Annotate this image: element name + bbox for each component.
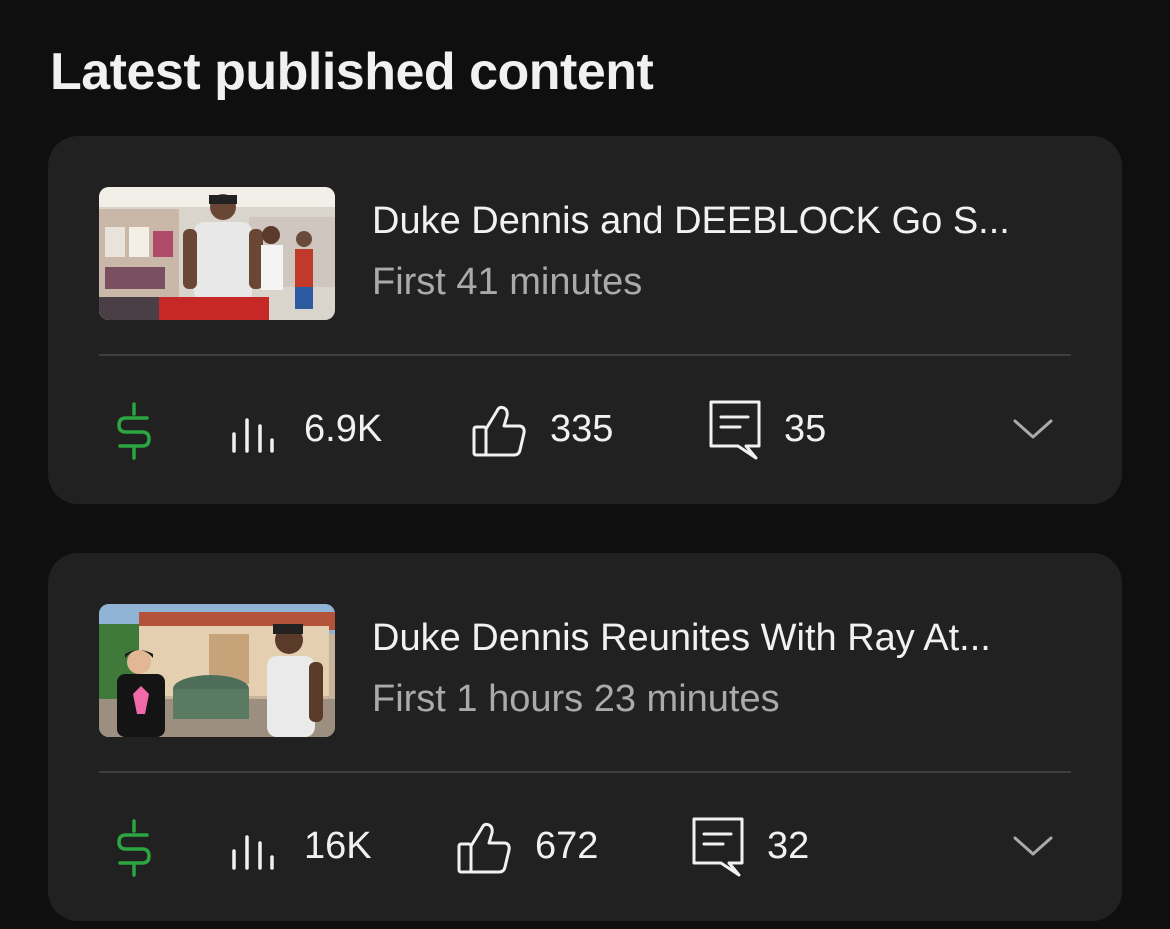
views-count: 16K (304, 825, 372, 867)
views-chart-icon (232, 835, 274, 870)
stats-row: 16K 672 32 (48, 813, 1122, 883)
like-icon[interactable] (456, 820, 512, 876)
chevron-down-icon[interactable] (1012, 833, 1054, 859)
likes-count: 672 (535, 825, 599, 867)
video-published-time: First 41 minutes (372, 261, 643, 303)
views-chart-icon (232, 418, 274, 453)
section-title: Latest published content (50, 43, 654, 101)
video-card[interactable]: Duke Dennis Reunites With Ray At... Firs… (48, 553, 1122, 921)
comments-count: 35 (784, 408, 827, 450)
video-thumbnail-image (99, 187, 335, 320)
video-thumbnail[interactable] (99, 187, 335, 320)
comments-icon[interactable] (691, 816, 745, 878)
stats-row: 6.9K 335 35 (48, 396, 1122, 466)
dollar-icon (117, 402, 151, 460)
video-card[interactable]: Duke Dennis and DEEBLOCK Go S... First 4… (48, 136, 1122, 504)
video-title[interactable]: Duke Dennis Reunites With Ray At... (372, 617, 1072, 660)
views-count: 6.9K (304, 408, 383, 450)
like-icon[interactable] (471, 403, 527, 459)
divider (99, 771, 1071, 773)
comments-count: 32 (767, 825, 810, 867)
divider (99, 354, 1071, 356)
video-published-time: First 1 hours 23 minutes (372, 678, 780, 720)
chevron-down-icon[interactable] (1012, 416, 1054, 442)
likes-count: 335 (550, 408, 614, 450)
dollar-icon (117, 819, 151, 877)
video-thumbnail[interactable] (99, 604, 335, 737)
comments-icon[interactable] (708, 399, 762, 461)
video-title[interactable]: Duke Dennis and DEEBLOCK Go S... (372, 200, 1072, 243)
video-thumbnail-image (99, 604, 335, 737)
